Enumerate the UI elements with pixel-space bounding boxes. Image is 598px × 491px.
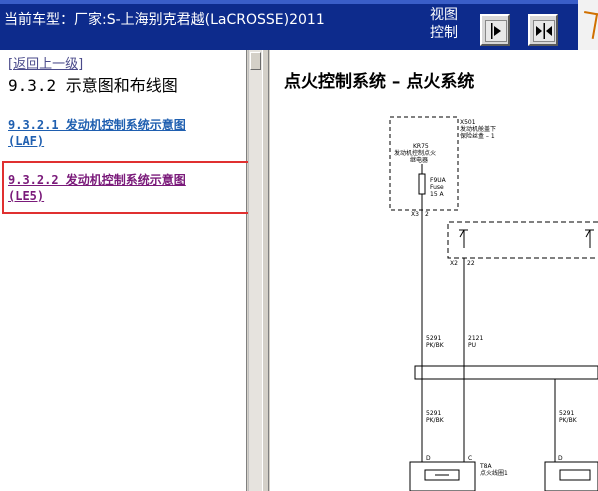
view-label-line2: 控制 bbox=[430, 25, 458, 41]
label-t8a-desc: 点火线圈1 bbox=[480, 469, 508, 477]
doc-link-laf-line2[interactable]: (LAF) bbox=[8, 134, 44, 148]
label-pin-2: 2 bbox=[425, 211, 429, 218]
label-w1-color: PK/BK bbox=[426, 342, 445, 349]
label-pin-22: 22 bbox=[467, 260, 475, 267]
label-kr75-desc2: 继电器 bbox=[410, 156, 428, 164]
view-label-line1: 视图 bbox=[430, 7, 458, 23]
current-vehicle-title: 当前车型：厂家:S-上海别克君越(LaCROSSE)2011 bbox=[4, 12, 325, 28]
diagram-pane: 点火控制系统 – 点火系统 X501 发动机舱盖下 保险丝盒 – 1 KR75 … bbox=[270, 50, 598, 491]
wiring-diagram: X501 发动机舱盖下 保险丝盒 – 1 KR75 发动机控制点火 继电器 F9… bbox=[389, 116, 598, 491]
split-arrows-icon bbox=[533, 20, 555, 42]
label-w3-color: PK/BK bbox=[426, 417, 445, 424]
diagram-title: 点火控制系统 – 点火系统 bbox=[284, 72, 475, 92]
selection-highlight-box bbox=[2, 161, 257, 214]
section-title: 9.3.2 示意图和布线图 bbox=[8, 76, 178, 95]
label-pin-d2: D bbox=[558, 455, 563, 462]
title-bar: 当前车型：厂家:S-上海别克君越(LaCROSSE)2011 视图 控制 bbox=[0, 0, 598, 50]
title-bar-stripe bbox=[0, 0, 598, 4]
label-w3-circuit: 5291 bbox=[426, 410, 441, 417]
label-x501-desc2: 保险丝盒 – 1 bbox=[460, 132, 495, 140]
label-x3: X3 bbox=[411, 211, 419, 218]
orange-mark-icon bbox=[579, 10, 598, 40]
label-fuse-word: Fuse bbox=[430, 184, 444, 191]
label-w4-circuit: 5291 bbox=[559, 410, 574, 417]
label-kr75: KR75 bbox=[413, 143, 429, 150]
view-right-pane-button[interactable] bbox=[480, 14, 510, 46]
label-x2: X2 bbox=[450, 260, 458, 267]
nav-scrollbar-thumb[interactable] bbox=[250, 52, 261, 70]
label-fuse-amp: 15 A bbox=[430, 191, 445, 198]
label-w4-color: PK/BK bbox=[559, 417, 578, 424]
label-x501-desc1: 发动机舱盖下 bbox=[460, 125, 496, 133]
back-to-parent-link[interactable]: [返回上一级] bbox=[8, 53, 83, 72]
view-split-pane-button[interactable] bbox=[528, 14, 558, 46]
relay-box bbox=[447, 221, 598, 259]
label-pin-d1: D bbox=[426, 455, 431, 462]
nav-scrollbar[interactable] bbox=[248, 50, 263, 491]
view-control-label: 视图 控制 bbox=[430, 6, 466, 42]
label-x501: X501 bbox=[460, 119, 476, 126]
doc-link-laf-line1[interactable]: 9.3.2.1 发动机控制系统示意图 bbox=[8, 118, 186, 132]
label-t8a: T8A bbox=[479, 463, 492, 470]
label-w2-circuit: 2121 bbox=[468, 335, 483, 342]
label-w2-color: PU bbox=[468, 342, 476, 349]
label-fuse-id: F9UA bbox=[430, 177, 447, 184]
fuse-f9ua bbox=[418, 173, 426, 195]
connector-bar bbox=[414, 365, 598, 380]
doc-link-laf[interactable]: 9.3.2.1 发动机控制系统示意图 (LAF) bbox=[8, 117, 243, 149]
pane-splitter[interactable] bbox=[262, 50, 269, 491]
toolbar-edge-graphic bbox=[578, 0, 598, 50]
label-pin-c1: C bbox=[468, 455, 472, 462]
arrow-right-icon bbox=[485, 20, 507, 42]
label-w1-circuit: 5291 bbox=[426, 335, 441, 342]
label-kr75-desc1: 发动机控制点火 bbox=[394, 149, 436, 157]
